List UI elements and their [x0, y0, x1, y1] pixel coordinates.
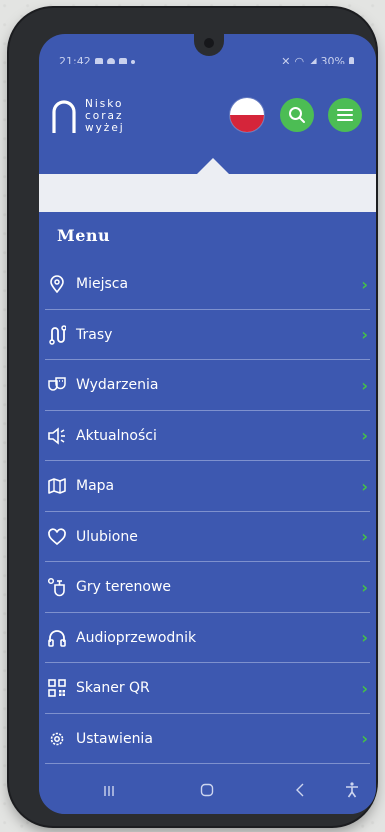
content-band [39, 174, 376, 212]
brand-wordmark: Nisko coraz wyżej [85, 98, 125, 134]
brand-line-1: Nisko [85, 98, 124, 110]
brand-line-3: wyżej [85, 122, 125, 134]
search-icon [289, 107, 305, 123]
gear-icon [47, 729, 67, 749]
chevron-right-icon: › [361, 628, 368, 648]
accessibility-icon[interactable] [345, 782, 359, 802]
status-bar: 21:42 ✕ ◠ ◢ 30% [39, 34, 376, 68]
megaphone-icon [47, 426, 67, 446]
menu-pointer [197, 158, 229, 174]
menu-item-label: Wydarzenia [76, 377, 159, 394]
chevron-right-icon: › [361, 678, 368, 698]
hamburger-icon [337, 109, 353, 121]
home-icon[interactable] [200, 782, 214, 801]
menu-item-label: Miejsca [76, 276, 129, 293]
chevron-right-icon: › [361, 577, 368, 597]
headphones-icon [47, 628, 67, 648]
theater-masks-icon [47, 375, 67, 395]
menu-item-skaner-qr[interactable]: Skaner QR › [43, 663, 370, 714]
menu-item-ustawienia[interactable]: Ustawienia › [43, 714, 370, 765]
menu-item-trasy[interactable]: Trasy › [43, 310, 370, 361]
menu-item-aktualnosci[interactable]: Aktualności › [43, 411, 370, 462]
polish-flag-icon [230, 115, 264, 132]
search-button[interactable] [280, 98, 314, 132]
menu-item-label: Skaner QR [76, 680, 150, 697]
chevron-right-icon: › [361, 527, 368, 547]
menu-item-label: Gry terenowe [76, 579, 172, 596]
more-dot-icon [130, 59, 135, 64]
chevron-right-icon: › [361, 375, 368, 395]
chevron-right-icon: › [361, 476, 368, 496]
field-game-icon [47, 577, 67, 597]
recent-apps-icon[interactable] [103, 782, 115, 801]
brand-line-2: coraz [85, 110, 124, 122]
location-pin-icon [47, 274, 67, 294]
chevron-right-icon: › [361, 274, 368, 294]
menu-item-gry-terenowe[interactable]: Gry terenowe › [43, 562, 370, 613]
menu-button[interactable] [328, 98, 362, 132]
brand-logo[interactable]: Nisko coraz wyżej [51, 98, 125, 134]
system-navigation-bar [39, 770, 376, 814]
back-icon[interactable] [295, 782, 305, 801]
menu-item-label: Aktualności [76, 427, 157, 444]
menu-list: Miejsca › Trasy › Wydarzenia › Aktualnoś… [39, 259, 376, 764]
chevron-right-icon: › [361, 729, 368, 749]
route-icon [47, 325, 67, 345]
menu-item-label: Audioprzewodnik [76, 629, 197, 646]
menu-item-miejsca[interactable]: Miejsca › [43, 259, 370, 310]
phone-frame: 21:42 ✕ ◠ ◢ 30% Nisko coraz wyżej Menu M… [9, 8, 376, 826]
menu-item-label: Trasy [76, 326, 113, 343]
heart-icon [47, 527, 67, 547]
menu-title: Menu [57, 226, 111, 245]
map-icon [47, 476, 67, 496]
chevron-right-icon: › [361, 325, 368, 345]
chevron-right-icon: › [361, 426, 368, 446]
menu-item-wydarzenia[interactable]: Wydarzenia › [43, 360, 370, 411]
language-button[interactable] [230, 98, 264, 132]
menu-item-mapa[interactable]: Mapa › [43, 461, 370, 512]
menu-item-label: Ulubione [76, 528, 138, 545]
menu-item-label: Ustawienia [76, 730, 153, 747]
menu-item-ulubione[interactable]: Ulubione › [43, 512, 370, 563]
arch-logo-icon [52, 100, 76, 133]
qr-code-icon [47, 678, 67, 698]
menu-item-audioprzewodnik[interactable]: Audioprzewodnik › [43, 613, 370, 664]
menu-item-label: Mapa [76, 478, 115, 495]
app-screen: 21:42 ✕ ◠ ◢ 30% Nisko coraz wyżej Menu M… [39, 34, 376, 814]
